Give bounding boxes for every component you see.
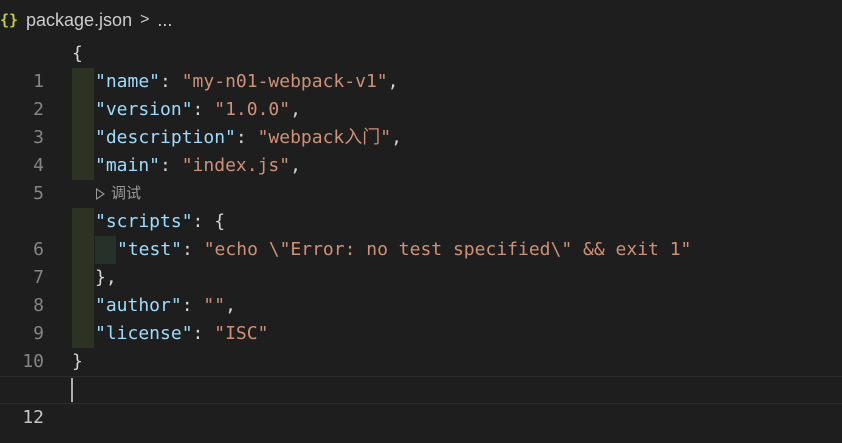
token: "author" [95,295,182,316]
token: "main" [95,155,161,176]
indent-guide [72,264,94,292]
token: } [95,267,106,288]
line-content: "description": "webpack入门", [95,124,402,152]
token: { [72,43,83,64]
code-editor[interactable]: 1 { 2 "name": "my-n01-webpack-v1", 3 "ve… [0,40,842,443]
line-content: "author": "", [95,292,236,320]
token: "" [203,295,226,316]
token: : [160,71,182,92]
code-line[interactable]: 9 "author": "", [0,292,842,344]
token: "my-n01-webpack-v1" [181,71,388,92]
token: "license" [95,323,193,344]
indent-guide [72,292,94,320]
line-content: { [72,40,83,68]
token: "ISC" [214,323,269,344]
code-line-current[interactable]: 12 [0,376,842,428]
token: "1.0.0" [214,99,291,120]
json-file-icon: {} [0,11,19,29]
breadcrumb: {} package.json > ... [0,0,842,40]
indent-guide [72,236,94,264]
token: "index.js" [181,155,291,176]
line-content: "name": "my-n01-webpack-v1", [95,68,398,96]
token: , [290,99,301,120]
token: : [181,295,204,316]
token: , [225,295,236,316]
line-content: "license": "ISC" [95,320,268,348]
line-number: 12 [22,407,44,428]
indent-guide [72,320,94,348]
token: : [192,99,215,120]
line-content: }, [95,264,117,292]
token: : [235,127,258,148]
code-line[interactable]: 11 } [0,348,842,400]
line-content: "version": "1.0.0", [95,96,301,124]
line-content: "scripts": { [95,208,225,236]
code-line[interactable]: 10 "license": "ISC" [0,320,842,372]
code-line[interactable]: 3 "version": "1.0.0", [0,96,842,148]
token: : [182,239,204,260]
indent-guide [72,208,94,236]
line-content: } [72,348,83,376]
code-line[interactable]: 7 "test": "echo \"Error: no test specifi… [0,236,842,288]
play-icon [96,188,105,200]
code-line[interactable]: 5 "main": "index.js", [0,152,842,204]
indent-guide [72,68,94,96]
token: , [105,267,117,288]
breadcrumb-more[interactable]: ... [157,10,172,31]
token: , [391,127,402,148]
indent-guide [72,124,94,152]
line-content: "main": "index.js", [95,152,301,180]
indent-guide [72,152,94,180]
token: , [290,155,301,176]
indent-guide [95,236,116,264]
code-line[interactable]: 1 { [0,40,842,92]
chevron-right-icon: > [140,11,150,28]
code-line[interactable]: 8 }, [0,264,842,316]
code-line[interactable]: 2 "name": "my-n01-webpack-v1", [0,68,842,120]
line-content: "test": "echo \"Error: no test specified… [117,236,691,264]
token: "version" [95,99,193,120]
token: "echo \"Error: no test specified\" && ex… [203,239,692,260]
token: : [192,323,215,344]
indent-guide [72,96,94,124]
text-cursor [71,378,73,402]
debug-codelens-label: 调试 [111,185,142,202]
token: , [387,71,399,92]
token: "name" [95,71,161,92]
token: "description" [95,127,236,148]
code-line[interactable]: 4 "description": "webpack入门", [0,124,842,176]
code-line[interactable]: 6 "scripts": { [0,208,842,260]
token: "test" [117,239,183,260]
token: } [72,351,83,372]
breadcrumb-file[interactable]: package.json [26,10,132,31]
token: : [160,155,182,176]
token: "scripts" [95,211,193,232]
line-number: 5 [33,183,44,204]
token: { [214,211,226,232]
debug-codelens[interactable]: 调试 [96,180,141,208]
token: "webpack入门" [257,127,392,148]
token: : [192,211,215,232]
